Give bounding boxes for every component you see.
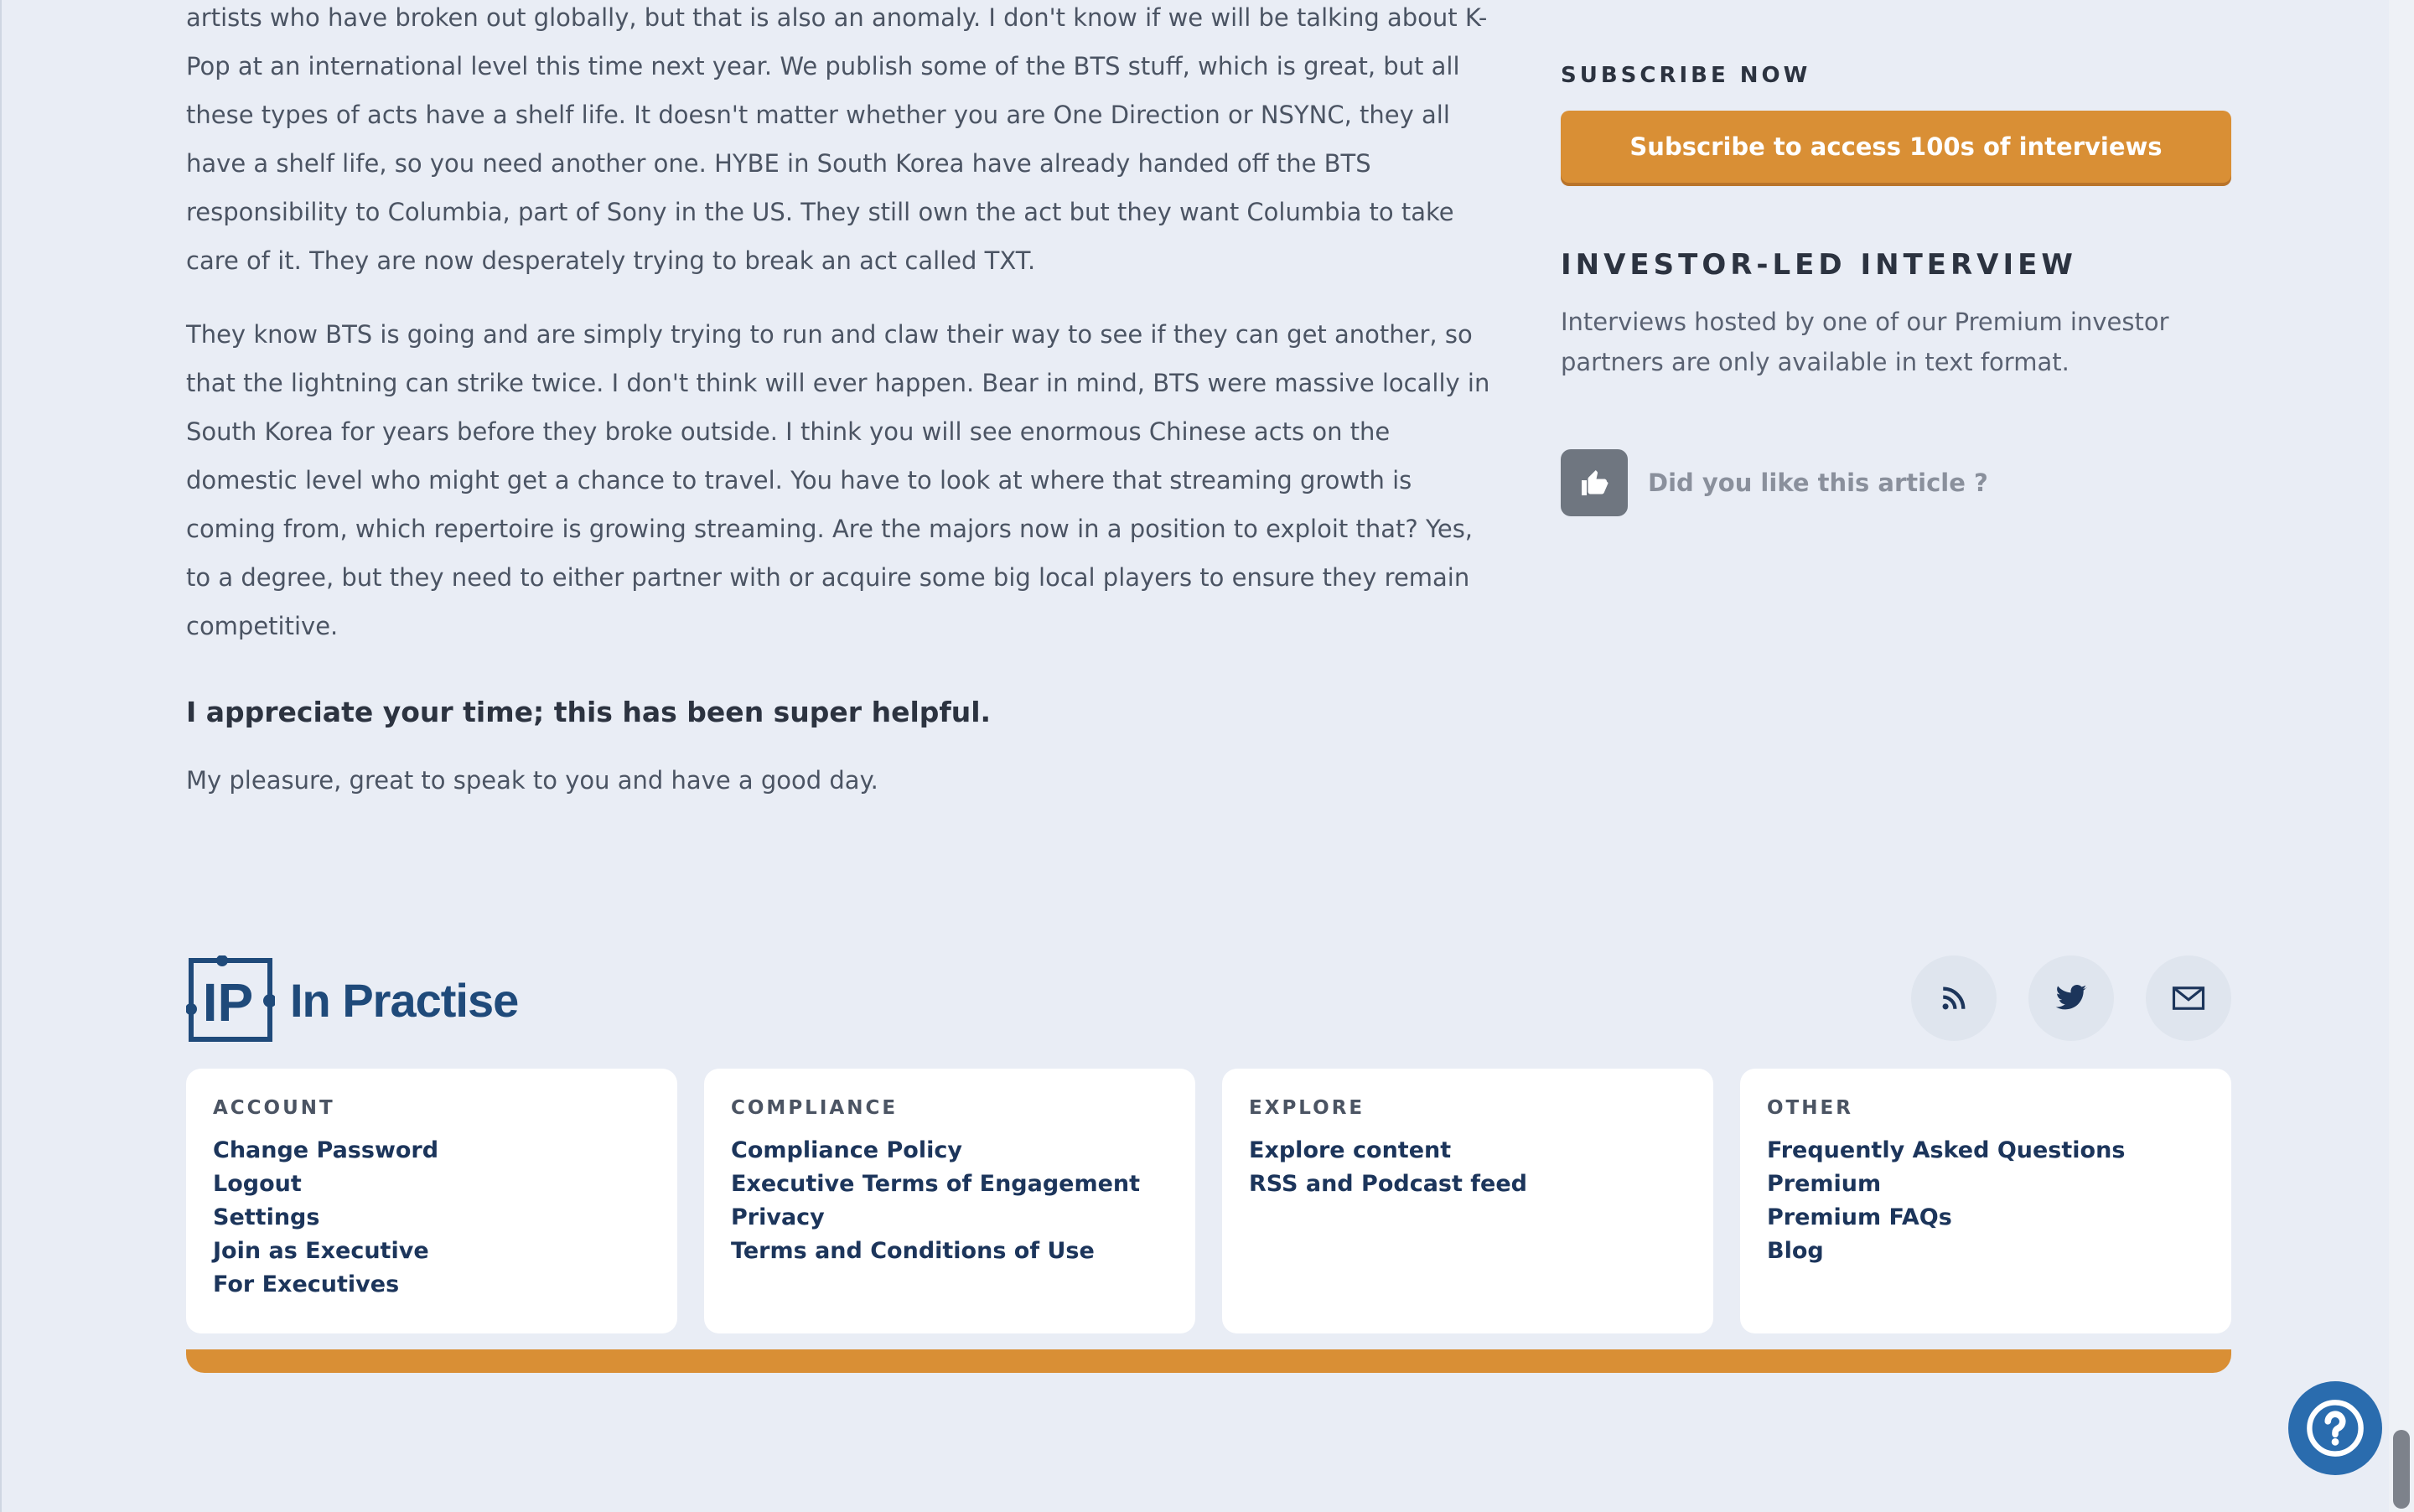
footer-link-columns: ACCOUNT Change Password Logout Settings … — [186, 1069, 2231, 1333]
footer-column-title: EXPLORE — [1249, 1097, 1365, 1119]
scrollbar-thumb[interactable] — [2393, 1430, 2410, 1509]
article-paragraph: artists who have broken out globally, bu… — [186, 3, 1488, 275]
in-practise-logo: IP — [186, 955, 275, 1042]
svg-text:IP: IP — [203, 972, 253, 1033]
link-blog[interactable]: Blog — [1767, 1235, 2204, 1268]
rss-button[interactable] — [1911, 955, 1997, 1041]
footer-column-account: ACCOUNT Change Password Logout Settings … — [186, 1069, 677, 1333]
rss-icon — [1942, 986, 1966, 1010]
link-change-password[interactable]: Change Password — [213, 1134, 650, 1168]
subscribe-button[interactable]: Subscribe to access 100s of interviews — [1561, 111, 2231, 183]
link-premium[interactable]: Premium — [1767, 1168, 2204, 1201]
link-explore-content[interactable]: Explore content — [1249, 1134, 1686, 1168]
link-faq[interactable]: Frequently Asked Questions — [1767, 1134, 2204, 1168]
link-for-executives[interactable]: For Executives — [213, 1268, 650, 1302]
brand-logo[interactable]: IP In Practise — [186, 955, 519, 1044]
link-terms-and-conditions[interactable]: Terms and Conditions of Use — [731, 1235, 1168, 1268]
footer-column-title: ACCOUNT — [213, 1097, 335, 1119]
interview-answer: My pleasure, great to speak to you and h… — [186, 766, 878, 795]
footer-column-title: COMPLIANCE — [731, 1097, 899, 1119]
question-mark-icon — [2307, 1400, 2364, 1457]
twitter-button[interactable] — [2028, 955, 2114, 1041]
article-body: artists who have broken out globally, bu… — [186, 0, 1494, 830]
thumbs-up-icon — [1582, 470, 1608, 495]
social-links — [1911, 955, 2231, 1041]
page: artists who have broken out globally, bu… — [0, 0, 2414, 1512]
email-button[interactable] — [2146, 955, 2231, 1041]
link-executive-terms[interactable]: Executive Terms of Engagement — [731, 1168, 1168, 1201]
footer-accent-bar — [186, 1349, 2231, 1373]
investor-led-heading: INVESTOR-LED INTERVIEW — [1561, 248, 2077, 282]
link-logout[interactable]: Logout — [213, 1168, 650, 1201]
help-button[interactable] — [2288, 1381, 2382, 1475]
article-feedback: Did you like this article ? — [1561, 449, 1988, 516]
link-settings[interactable]: Settings — [213, 1201, 650, 1235]
footer-column-compliance: COMPLIANCE Compliance Policy Executive T… — [704, 1069, 1195, 1333]
article-paragraph: They know BTS is going and are simply tr… — [186, 320, 1490, 640]
twitter-icon — [2055, 985, 2087, 1010]
page-scrollbar[interactable] — [2389, 0, 2414, 1512]
link-join-as-executive[interactable]: Join as Executive — [213, 1235, 650, 1268]
footer-column-title: OTHER — [1767, 1097, 1853, 1119]
footer-column-other: OTHER Frequently Asked Questions Premium… — [1740, 1069, 2231, 1333]
investor-led-description: Interviews hosted by one of our Premium … — [1561, 308, 2169, 376]
brand-name: In Practise — [290, 973, 519, 1027]
like-button[interactable] — [1561, 449, 1628, 516]
subscribe-heading: SUBSCRIBE NOW — [1561, 63, 1811, 88]
link-rss-podcast-feed[interactable]: RSS and Podcast feed — [1249, 1168, 1686, 1201]
link-premium-faqs[interactable]: Premium FAQs — [1767, 1201, 2204, 1235]
link-privacy[interactable]: Privacy — [731, 1201, 1168, 1235]
link-compliance-policy[interactable]: Compliance Policy — [731, 1134, 1168, 1168]
like-label: Did you like this article ? — [1648, 469, 1988, 497]
mail-icon — [2172, 986, 2205, 1010]
footer-column-explore: EXPLORE Explore content RSS and Podcast … — [1222, 1069, 1713, 1333]
interview-question: I appreciate your time; this has been su… — [186, 696, 992, 728]
